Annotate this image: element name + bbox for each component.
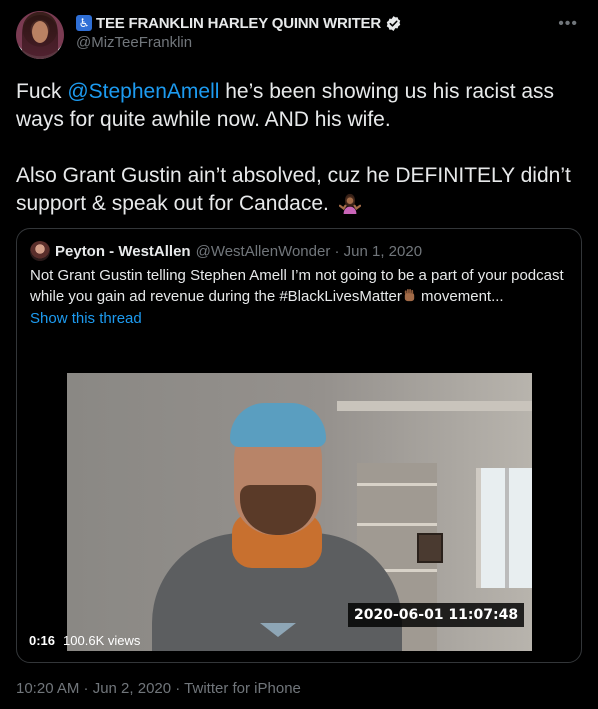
quoted-author-name: Peyton - WestAllen	[55, 242, 191, 260]
quoted-tweet-text: Not Grant Gustin telling Stephen Amell I…	[30, 265, 570, 307]
person-bandana	[230, 403, 326, 447]
video-duration: 0:16	[29, 633, 56, 648]
video-picture-frame	[417, 533, 443, 563]
quoted-tweet-header: Peyton - WestAllen @WestAllenWonder · Ju…	[30, 241, 422, 261]
author-name-row[interactable]: ♿ TEE FRANKLIN HARLEY QUINN WRITER	[76, 13, 578, 33]
quoted-text-part2: movement...	[416, 288, 504, 305]
more-options-icon[interactable]: •••	[558, 15, 578, 33]
tweet-text-part1: Fuck	[16, 80, 68, 103]
raised-fist-icon	[404, 288, 415, 302]
tweet-text-para2: Also Grant Gustin ain’t absolved, cuz he…	[16, 164, 571, 215]
author-avatar[interactable]	[16, 11, 64, 59]
tweet-paragraph-2: Also Grant Gustin ain’t absolved, cuz he…	[16, 162, 584, 218]
quoted-tweet[interactable]: Peyton - WestAllen @WestAllenWonder · Ju…	[16, 228, 582, 663]
mention-link[interactable]: @StephenAmell	[67, 80, 219, 103]
wheelchair-icon: ♿	[76, 15, 92, 31]
video-overlay-timestamp: 2020-06-01 11:07:48	[348, 603, 525, 627]
video-window	[476, 468, 532, 588]
show-thread-link[interactable]: Show this thread	[30, 310, 142, 327]
tweet-timestamp-source[interactable]: 10:20 AM · Jun 2, 2020 · Twitter for iPh…	[16, 680, 301, 697]
quoted-author-avatar	[30, 241, 50, 261]
tweet-text: Fuck @StephenAmell he’s been showing us …	[16, 78, 584, 218]
verified-badge-icon	[386, 15, 401, 31]
video-views: 100.6K views	[63, 633, 141, 648]
video-stats: 0:16 100.6K views	[29, 633, 140, 648]
author-handle[interactable]: @MizTeeFranklin	[76, 34, 578, 51]
video-player[interactable]: 2020-06-01 11:07:48	[67, 373, 532, 651]
tweet-header: ♿ TEE FRANKLIN HARLEY QUINN WRITER @MizT…	[76, 13, 578, 53]
tweet-paragraph-1: Fuck @StephenAmell he’s been showing us …	[16, 78, 584, 134]
author-display-name[interactable]: TEE FRANKLIN HARLEY QUINN WRITER	[96, 15, 381, 32]
avatar-face	[32, 21, 48, 43]
hoodie-logo	[260, 623, 296, 637]
woman-shrugging-icon	[338, 193, 361, 214]
quoted-author-handle-date: @WestAllenWonder · Jun 1, 2020	[195, 242, 423, 260]
